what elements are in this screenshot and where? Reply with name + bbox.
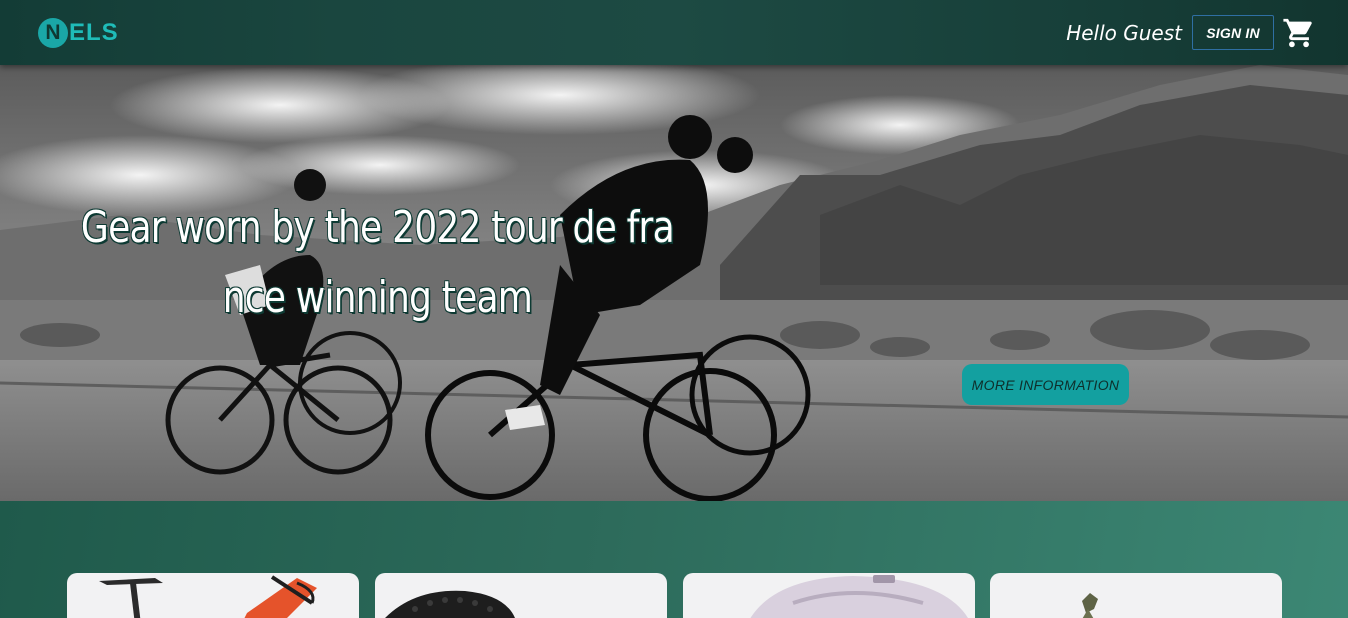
product-card-shoe[interactable] <box>375 573 667 618</box>
logo-badge: N <box>38 18 68 48</box>
gear-image <box>1082 593 1098 618</box>
product-card-gear[interactable] <box>990 573 1282 618</box>
more-information-button[interactable]: MORE INFORMATION <box>962 364 1129 405</box>
shoe-image <box>385 590 515 618</box>
helmet-image <box>750 575 968 618</box>
greeting-text: Hello Guest <box>1066 21 1182 45</box>
hero-title: Gear worn by the 2022 tour de france win… <box>80 202 675 323</box>
product-card-helmet[interactable] <box>683 573 975 618</box>
logo-text: ELS <box>69 19 119 46</box>
site-header: N ELS Hello Guest SIGN IN <box>0 0 1348 65</box>
cart-icon[interactable] <box>1282 16 1316 50</box>
sign-in-button[interactable]: SIGN IN <box>1192 15 1274 50</box>
featured-products-section <box>0 501 1348 618</box>
product-card-bike[interactable] <box>67 573 359 618</box>
brand-logo[interactable]: N ELS <box>38 17 119 49</box>
hero-banner: Gear worn by the 2022 tour de france win… <box>0 65 1348 501</box>
bike-image <box>99 575 317 618</box>
